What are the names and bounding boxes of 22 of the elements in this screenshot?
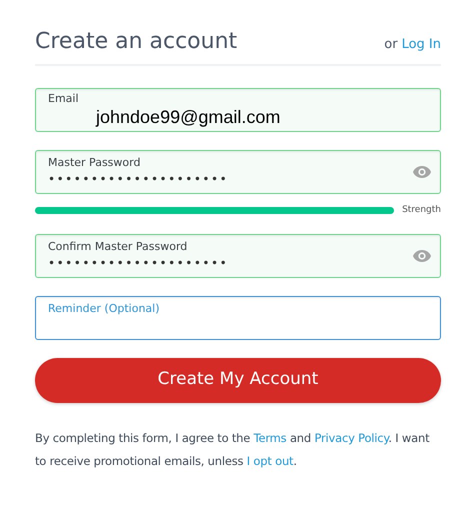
field-label: Confirm Master Password bbox=[48, 240, 188, 254]
input-field[interactable]: Master Password ••••••••••••••••••••• bbox=[35, 150, 441, 194]
input-field[interactable]: Confirm Master Password ••••••••••••••••••••• bbox=[35, 234, 441, 278]
eye-icon[interactable] bbox=[412, 165, 432, 179]
terms-text: By completing this form, I agree to the Terms and Privacy Policy. I want to receive promotional emails, unless I opt out. bbox=[35, 430, 430, 470]
terms-link[interactable]: Privacy Policy bbox=[314, 430, 388, 444]
field-value: johndoe99@gmail.com bbox=[94, 106, 282, 128]
create-account-button[interactable]: Create My Account bbox=[35, 358, 441, 402]
terms-link[interactable]: I opt out bbox=[246, 454, 294, 468]
strength-label: Strength bbox=[402, 204, 441, 217]
terms-link[interactable]: Terms bbox=[254, 430, 286, 444]
field-label: Reminder (Optional) bbox=[48, 302, 161, 316]
login-prompt: or bbox=[384, 36, 398, 54]
page-title: Create an account bbox=[35, 28, 238, 56]
login-link[interactable]: Log In bbox=[402, 34, 441, 54]
field-value: ••••••••••••••••••••• bbox=[48, 254, 230, 272]
field-value: ••••••••••••••••••••• bbox=[48, 171, 230, 188]
eye-icon[interactable] bbox=[412, 248, 432, 262]
field-label: Master Password bbox=[48, 156, 142, 170]
input-field[interactable]: Reminder (Optional) bbox=[35, 296, 441, 340]
input-field[interactable]: Email johndoe99@gmail.com bbox=[35, 88, 441, 132]
field-label: Email bbox=[48, 92, 80, 106]
